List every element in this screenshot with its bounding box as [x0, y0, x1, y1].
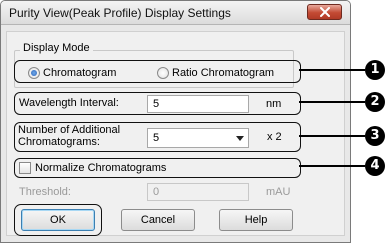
wavelength-interval-label: Wavelength Interval:: [19, 97, 119, 109]
threshold-unit: mAU: [266, 186, 291, 198]
additional-chromatograms-label: Number of Additional Chromatograms:: [18, 124, 121, 148]
wavelength-interval-unit: nm: [266, 98, 282, 110]
callout-badge-2: 2: [365, 92, 385, 112]
chevron-down-icon: [236, 136, 244, 141]
additional-chromatograms-value: 5: [153, 132, 160, 144]
additional-chromatograms-select[interactable]: 5: [147, 128, 249, 148]
normalize-checkbox[interactable]: [19, 162, 31, 174]
callout-badge-4: 4: [365, 156, 385, 176]
callout-badge-3: 3: [365, 126, 385, 146]
radio-ratio-chromatogram-label[interactable]: Ratio Chromatogram: [172, 67, 274, 79]
additional-chromatograms-suffix: x 2: [267, 131, 282, 143]
radio-chromatogram-label[interactable]: Chromatogram: [43, 67, 116, 79]
threshold-input[interactable]: 0: [147, 183, 249, 201]
wavelength-interval-input[interactable]: 5: [147, 95, 249, 113]
radio-ratio-chromatogram[interactable]: [157, 67, 169, 79]
callout-leader-1: [299, 69, 365, 71]
threshold-label: Threshold:: [19, 186, 71, 198]
window-title: Purity View(Peak Profile) Display Settin…: [9, 6, 231, 20]
cancel-button[interactable]: Cancel: [121, 209, 195, 231]
callout-badge-1: 1: [365, 60, 385, 80]
help-button[interactable]: Help: [219, 209, 293, 231]
close-button[interactable]: [307, 4, 342, 20]
close-icon: [319, 7, 330, 17]
display-mode-group-label: Display Mode: [20, 42, 93, 54]
callout-leader-3: [299, 135, 365, 137]
callout-leader-4: [299, 165, 365, 167]
radio-chromatogram[interactable]: [28, 67, 40, 79]
callout-leader-2: [299, 101, 365, 103]
title-bar: Purity View(Peak Profile) Display Settin…: [1, 1, 350, 25]
dialog-window: Purity View(Peak Profile) Display Settin…: [0, 0, 351, 243]
ok-button[interactable]: OK: [21, 209, 95, 231]
normalize-label[interactable]: Normalize Chromatograms: [35, 162, 166, 174]
dialog-body: Display Mode Chromatogram Ratio Chromato…: [6, 31, 345, 236]
